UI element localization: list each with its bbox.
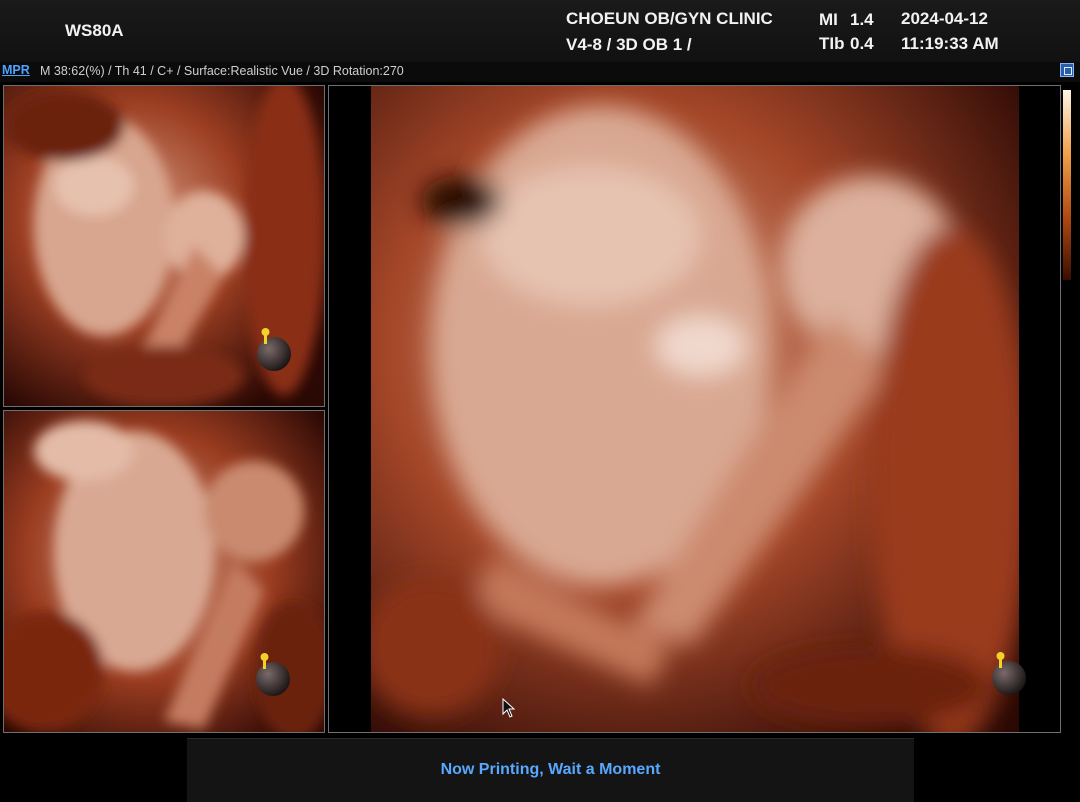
header-bar: WS80A CHOEUN OB/GYN CLINIC V4-8 / 3D OB … [0,0,1080,62]
device-model: WS80A [65,21,124,40]
printing-status-message: Now Printing, Wait a Moment [187,738,914,802]
ultrasound-render-3d [371,86,1019,732]
mpr-view-b[interactable] [3,410,325,733]
imaging-parameters: M 38:62(%) / Th 41 / C+ / Surface:Realis… [40,64,404,78]
mpr-view-a[interactable] [3,85,325,407]
3d-render-view[interactable] [328,85,1061,733]
tib-value: 0.4 [850,34,874,53]
color-map-bar [1063,90,1071,280]
parameter-bar: MPR M 38:62(%) / Th 41 / C+ / Surface:Re… [0,62,1080,82]
tib-label: TIb [819,34,845,53]
mpr-mode-link[interactable]: MPR [2,63,30,77]
mi-value: 1.4 [850,10,874,29]
orientation-marker-icon [992,652,1026,695]
mi-label: MI [819,10,838,29]
layout-toggle-icon[interactable] [1060,63,1074,77]
mouse-pointer-icon [502,698,516,718]
probe-preset: V4-8 / 3D OB 1 / [566,35,692,54]
clinic-name: CHOEUN OB/GYN CLINIC [566,9,773,28]
exam-date: 2024-04-12 [901,9,988,28]
orientation-marker-icon [256,653,290,696]
orientation-marker-icon [257,328,291,371]
exam-time: 11:19:33 AM [901,34,999,53]
